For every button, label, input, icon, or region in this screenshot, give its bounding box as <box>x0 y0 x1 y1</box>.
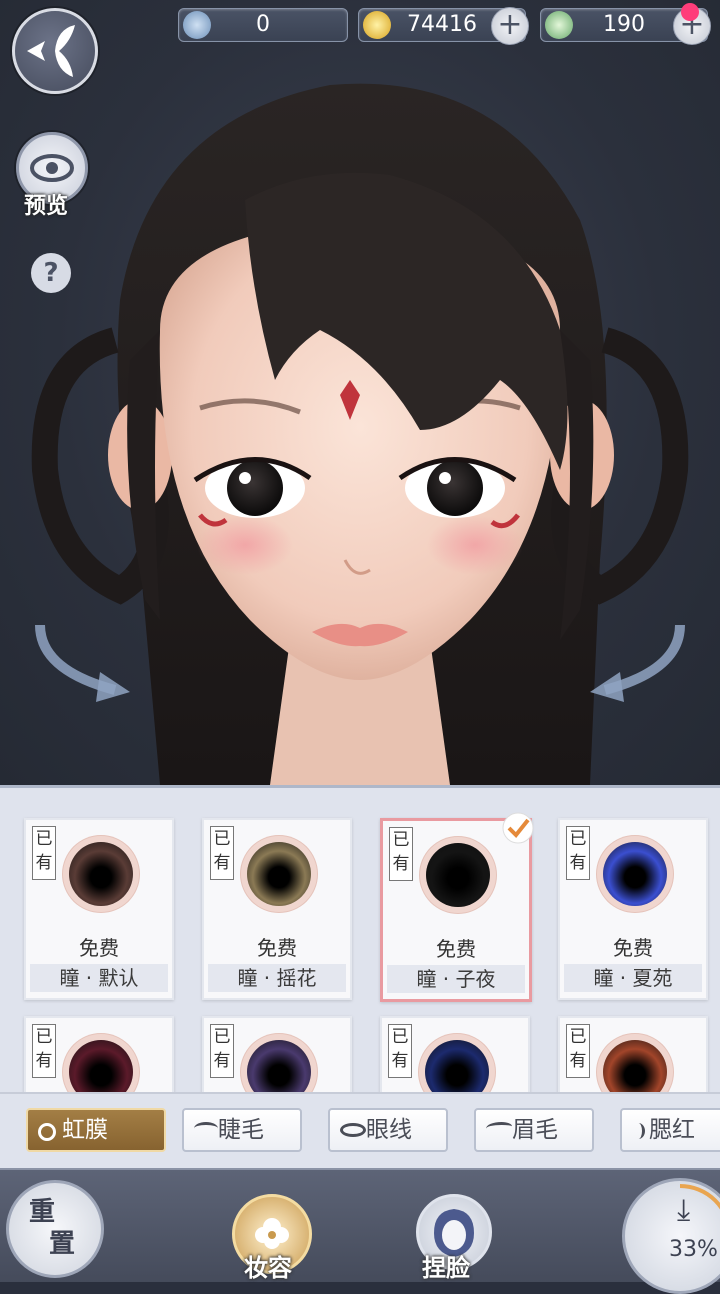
iris-swatch <box>63 836 139 912</box>
iris-color <box>69 842 133 906</box>
iris-option-card[interactable]: 已有 <box>380 1016 530 1098</box>
iris-icon <box>38 1123 56 1141</box>
tab-iris[interactable]: 虹膜 <box>26 1108 166 1152</box>
silver-currency: 190 + <box>540 3 711 45</box>
makeup-category-tabs: 虹膜 睫毛 眼线 眉毛 腮红 <box>0 1092 720 1170</box>
iris-swatch <box>597 836 673 912</box>
copper-coin-icon <box>363 11 391 39</box>
iris-color <box>425 1040 489 1098</box>
iris-color <box>603 842 667 906</box>
iris-option-card[interactable]: 已有 <box>558 1016 708 1098</box>
iris-option-card[interactable]: 已有免费瞳 · 子夜 <box>380 812 534 1002</box>
help-button[interactable]: ? <box>31 253 71 293</box>
blush-icon <box>632 1123 645 1139</box>
face-label: 捏脸 <box>422 1253 470 1282</box>
iris-option-panel[interactable]: 已有 免费瞳 · 默认 已有 免费瞳 · 摇花 已有 免费瞳 · 子夜 已有 免费瞳 · 夏苑… <box>0 785 720 1098</box>
owned-badge: 已有 <box>389 827 413 881</box>
iris-color <box>247 842 311 906</box>
owned-badge: 已有 <box>32 1024 56 1078</box>
iris-swatch <box>241 836 317 912</box>
iris-swatch <box>63 1034 139 1098</box>
owned-badge: 已有 <box>566 826 590 880</box>
iris-option-card[interactable]: 已有 <box>202 1016 352 1098</box>
owned-badge: 已有 <box>210 826 234 880</box>
iris-option-card[interactable]: 已有免费瞳 · 夏苑 <box>558 818 708 1000</box>
iris-option-card[interactable]: 已有 <box>24 1016 174 1098</box>
iris-name: 瞳 · 摇花 <box>208 964 346 992</box>
download-icon: ⤓ <box>677 1193 691 1228</box>
iris-swatch <box>419 1034 495 1098</box>
iris-option-card[interactable]: 已有免费瞳 · 摇花 <box>202 818 352 1000</box>
eyebrow-icon <box>486 1122 512 1133</box>
iris-name: 瞳 · 默认 <box>30 964 168 992</box>
download-progress: 33% <box>669 1237 718 1262</box>
iris-name: 瞳 · 子夜 <box>387 965 525 993</box>
character-viewport[interactable]: 0 74416 + 190 + 预览 ? <box>0 0 720 785</box>
tab-eyebrow[interactable]: 眉毛 <box>474 1108 594 1152</box>
iris-swatch <box>597 1034 673 1098</box>
eyelash-icon <box>194 1122 218 1135</box>
owned-badge: 已有 <box>32 826 56 880</box>
silver-coin-icon <box>545 11 573 39</box>
tab-eyeliner[interactable]: 眼线 <box>328 1108 448 1152</box>
tab-eyelash[interactable]: 睫毛 <box>182 1108 302 1152</box>
owned-badge: 已有 <box>210 1024 234 1078</box>
rotate-right-icon[interactable] <box>590 624 685 702</box>
add-copper-button[interactable]: + <box>491 7 529 45</box>
download-progress-ring <box>628 1184 720 1288</box>
iris-color <box>603 1040 667 1098</box>
bottom-bar: 重 置 妆容 捏脸 ⤓ 33% <box>0 1168 720 1294</box>
owned-badge: 已有 <box>566 1024 590 1078</box>
butterfly-back-icon <box>27 25 75 77</box>
owned-badge: 已有 <box>388 1024 412 1078</box>
makeup-label: 妆容 <box>244 1253 292 1282</box>
price-label: 免费 <box>613 936 653 960</box>
jade-coin-icon <box>183 11 211 39</box>
price-label: 免费 <box>436 937 476 961</box>
jade-currency: 0 <box>178 8 348 42</box>
character-model[interactable] <box>0 0 720 785</box>
notification-dot <box>681 3 699 21</box>
iris-color <box>426 843 490 907</box>
iris-name: 瞳 · 夏苑 <box>564 964 702 992</box>
rotate-left-icon[interactable] <box>35 624 130 702</box>
preview-label: 预览 <box>24 193 69 219</box>
eye-icon <box>340 1123 366 1137</box>
price-label: 免费 <box>79 936 119 960</box>
jade-value: 0 <box>256 12 270 37</box>
iris-color <box>247 1040 311 1098</box>
price-label: 免费 <box>257 936 297 960</box>
copper-currency: 74416 + <box>358 7 529 45</box>
reset-button[interactable]: 重 置 <box>6 1180 104 1278</box>
silver-value: 190 <box>603 12 645 37</box>
selected-check-icon <box>502 812 534 844</box>
tab-blush[interactable]: 腮红 <box>620 1108 720 1152</box>
iris-option-card[interactable]: 已有免费瞳 · 默认 <box>24 818 174 1000</box>
iris-swatch <box>420 837 496 913</box>
back-button[interactable] <box>12 8 98 94</box>
save-download-button[interactable]: ⤓ 33% <box>622 1178 720 1294</box>
iris-swatch <box>241 1034 317 1098</box>
iris-color <box>69 1040 133 1098</box>
copper-value: 74416 <box>407 12 477 37</box>
